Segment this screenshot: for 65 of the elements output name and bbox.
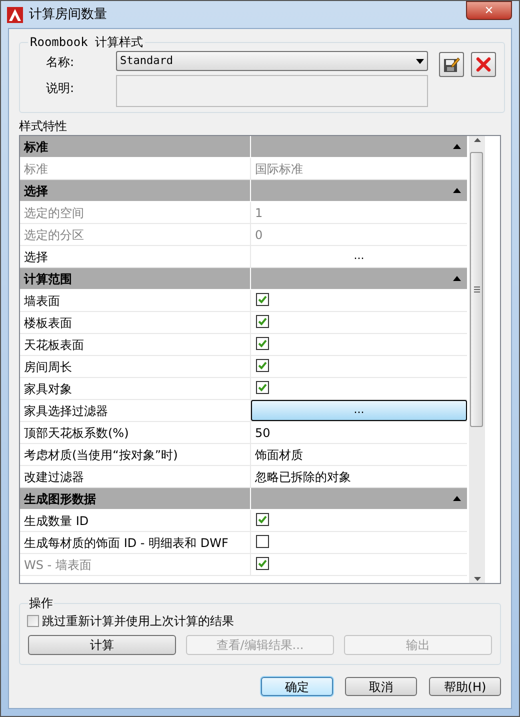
app-logo-icon — [7, 6, 23, 22]
checkbox[interactable] — [27, 615, 39, 627]
scroll-down-icon[interactable] — [474, 577, 480, 581]
property-value: 1 — [255, 204, 263, 222]
category-label: 选择 — [24, 182, 48, 200]
group-title: Roombook 计算样式 — [29, 34, 144, 51]
property-label: 天花板表面 — [24, 336, 84, 354]
category-label: 生成图形数据 — [24, 490, 96, 508]
property-value: 饰面材质 — [255, 446, 303, 464]
collapse-arrow-icon[interactable] — [453, 188, 461, 193]
property-label: 楼板表面 — [24, 314, 72, 332]
delete-style-button[interactable] — [471, 52, 496, 77]
category-label: 标准 — [24, 138, 48, 156]
grip-icon — [474, 286, 480, 293]
property-label: 标准 — [24, 160, 48, 178]
section-title: 样式特性 — [19, 119, 68, 133]
property-value: 国际标准 — [255, 160, 303, 178]
category-label: 计算范围 — [24, 270, 72, 288]
property-value: 0 — [255, 226, 263, 244]
dropdown-value: Standard — [120, 52, 173, 69]
name-label: 名称: — [46, 54, 76, 71]
property-label: 家具选择过滤器 — [24, 402, 108, 420]
window-title: 计算房间数量 — [29, 6, 107, 24]
checkbox[interactable] — [256, 535, 269, 548]
property-label: 墙表面 — [24, 292, 60, 310]
style-dropdown[interactable]: Standard — [116, 51, 428, 71]
scroll-up-icon[interactable] — [474, 138, 480, 142]
property-label: 选定的分区 — [24, 226, 84, 244]
collapse-arrow-icon[interactable] — [453, 496, 461, 501]
property-label: 改建过滤器 — [24, 468, 84, 486]
action-button[interactable]: 计算 — [28, 635, 176, 655]
browse-button[interactable]: ... — [251, 400, 467, 421]
property-label: 生成每材质的饰面 ID - 明细表和 DWF — [24, 534, 228, 552]
scrollbar[interactable] — [469, 136, 485, 583]
checkbox[interactable] — [256, 513, 269, 526]
checkbox[interactable] — [256, 293, 269, 306]
browse-button[interactable]: ... — [251, 246, 467, 267]
property-label: WS - 墙表面 — [24, 556, 92, 574]
group-title: 操作 — [28, 595, 54, 612]
property-value: 忽略已拆除的对象 — [255, 468, 351, 486]
property-label: 选择 — [24, 248, 48, 266]
dialog-button[interactable]: 确定 — [261, 677, 333, 696]
floppy-disk-pencil-icon — [443, 56, 460, 73]
checkbox[interactable] — [256, 381, 269, 394]
property-label: 选定的空间 — [24, 204, 84, 222]
dropdown-arrow-icon — [416, 58, 424, 64]
property-label: 房间周长 — [24, 358, 72, 376]
collapse-arrow-icon[interactable] — [453, 144, 461, 149]
property-value: 50 — [255, 424, 270, 442]
dialog-button[interactable]: 取消 — [345, 677, 417, 696]
property-label: 顶部天花板系数(%) — [24, 424, 129, 442]
property-label: 家具对象 — [24, 380, 72, 398]
collapse-arrow-icon[interactable] — [453, 276, 461, 281]
cross-icon — [476, 57, 491, 72]
property-label: 生成数量 ID — [24, 512, 89, 530]
description-label: 说明: — [46, 80, 76, 97]
property-label: 考虑材质(当使用“按对象”时) — [24, 446, 178, 464]
scrollbar-thumb[interactable] — [470, 152, 483, 427]
checkbox-label: 跳过重新计算并使用上次计算的结果 — [42, 613, 234, 630]
checkbox[interactable] — [256, 337, 269, 350]
dialog-button[interactable]: 帮助(H) — [429, 677, 501, 696]
save-style-button[interactable] — [439, 52, 464, 77]
checkbox[interactable] — [256, 315, 269, 328]
checkbox[interactable] — [256, 359, 269, 372]
description-field[interactable] — [116, 75, 428, 107]
